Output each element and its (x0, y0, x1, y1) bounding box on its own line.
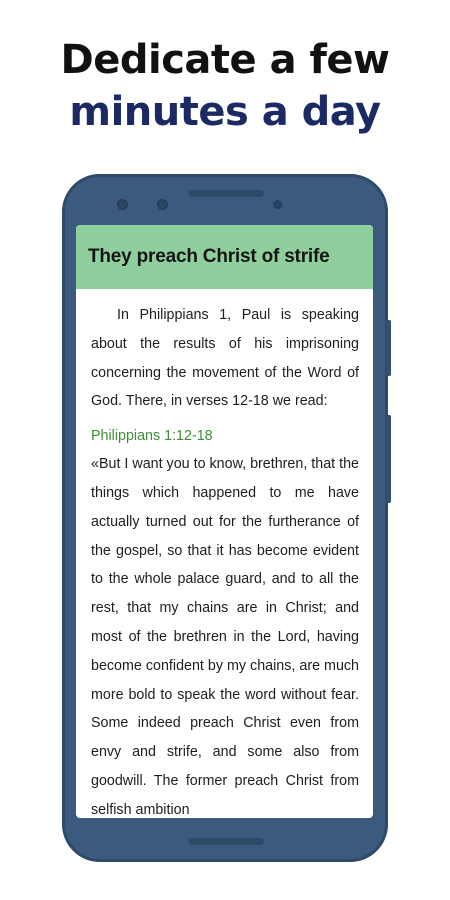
app-screen: They preach Christ of strife In Philippi… (76, 225, 373, 818)
proximity-sensor-icon (273, 200, 282, 209)
devotional-content[interactable]: In Philippians 1, Paul is speaking about… (76, 289, 373, 818)
devotional-title: They preach Christ of strife (88, 246, 330, 267)
front-sensor-icon (157, 199, 168, 210)
headline-line-2: minutes a day (69, 89, 381, 135)
phone-power-button (386, 415, 391, 503)
phone-volume-button (386, 320, 391, 376)
promo-headline: Dedicate a few minutes a day (0, 34, 450, 138)
headline-line-1: Dedicate a few (60, 37, 390, 83)
scripture-quote: «But I want you to know, brethren, that … (91, 456, 359, 818)
phone-speaker (188, 190, 264, 197)
front-camera-icon (117, 199, 128, 210)
phone-bottom-bar (188, 838, 264, 845)
scripture-reference[interactable]: Philippians 1:12-18 (91, 422, 359, 450)
devotional-title-bar: They preach Christ of strife (76, 225, 373, 289)
intro-paragraph: In Philippians 1, Paul is speaking about… (91, 307, 359, 410)
